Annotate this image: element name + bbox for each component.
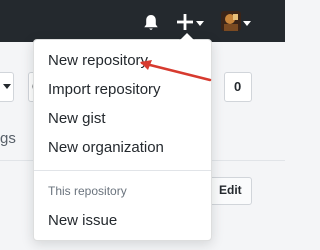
plus-icon[interactable] <box>176 13 194 31</box>
user-menu-caret-icon[interactable] <box>243 21 251 26</box>
dropdown-caret-icon <box>3 84 11 89</box>
create-dropdown-caret-icon[interactable] <box>196 21 204 26</box>
menu-item-new-organization[interactable]: New organization <box>34 133 211 162</box>
bell-icon[interactable] <box>143 14 159 32</box>
edit-button-label: Edit <box>219 183 242 197</box>
menu-section-header: This repository <box>48 184 127 198</box>
settings-tab-fragment[interactable]: gs <box>0 130 16 147</box>
annotation-arrow-icon <box>140 60 212 82</box>
menu-pointer <box>180 33 194 40</box>
top-header-bar <box>0 0 285 42</box>
fork-count-value: 0 <box>234 79 242 94</box>
menu-item-new-gist[interactable]: New gist <box>34 104 211 133</box>
avatar-icon[interactable] <box>221 11 241 31</box>
menu-item-new-issue[interactable]: New issue <box>34 206 211 235</box>
fork-count[interactable]: 0 <box>224 72 252 102</box>
edit-button[interactable]: Edit <box>208 177 252 205</box>
menu-divider <box>34 170 211 171</box>
watch-dropdown-button[interactable] <box>0 72 14 102</box>
